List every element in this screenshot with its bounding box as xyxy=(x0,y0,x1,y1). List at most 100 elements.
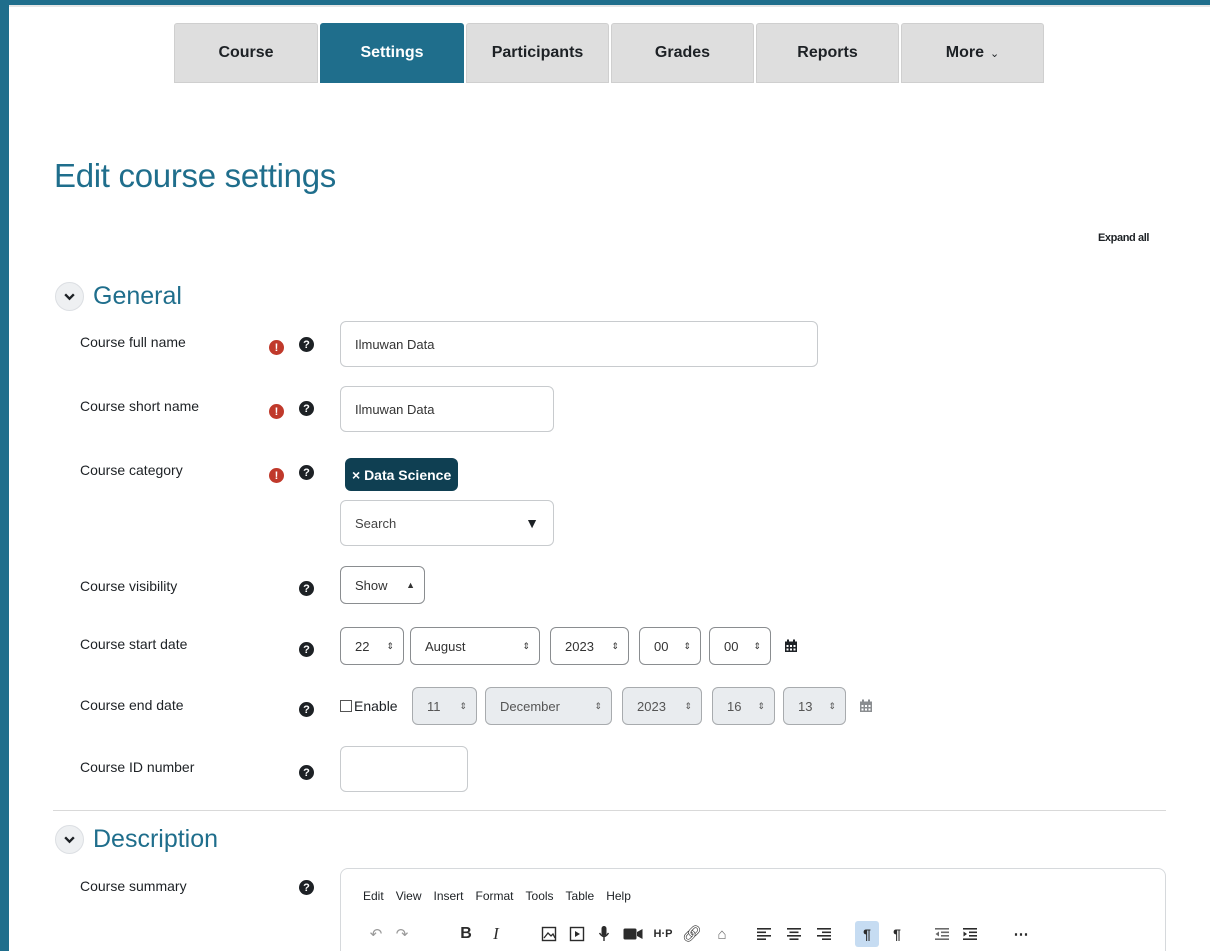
tab-course[interactable]: Course xyxy=(174,23,318,83)
image-icon[interactable] xyxy=(537,921,561,947)
end-minute-select[interactable]: 13 ⇕ xyxy=(783,687,846,725)
redo-icon[interactable]: ↷ xyxy=(391,921,413,947)
align-center-icon[interactable] xyxy=(783,921,805,947)
id-number-input[interactable] xyxy=(340,746,468,792)
more-options-icon[interactable]: ⋯ xyxy=(1009,921,1033,947)
select-value: 2023 xyxy=(637,698,666,714)
end-day-select[interactable]: 11 ⇕ xyxy=(412,687,477,725)
help-icon[interactable]: ? xyxy=(299,337,314,352)
help-icon[interactable]: ? xyxy=(299,465,314,480)
unlink-icon[interactable]: ⌂ xyxy=(711,921,733,947)
end-month-select[interactable]: December ⇕ xyxy=(485,687,612,725)
section-divider xyxy=(53,810,1166,811)
start-day-select[interactable]: 22 ⇕ xyxy=(340,627,404,665)
menu-tools[interactable]: Tools xyxy=(526,889,554,903)
editor-menubar: Edit View Insert Format Tools Table Help xyxy=(363,889,643,903)
visibility-label: Course visibility xyxy=(80,578,178,594)
tab-more[interactable]: More ⌄ xyxy=(901,23,1044,83)
video-camera-icon[interactable] xyxy=(621,921,645,947)
input-value: Ilmuwan Data xyxy=(355,336,435,352)
section-title: Description xyxy=(93,825,219,853)
select-arrows-icon: ⇕ xyxy=(459,700,467,711)
end-year-select[interactable]: 2023 ⇕ xyxy=(622,687,702,725)
description-section-header[interactable]: Description xyxy=(55,825,218,854)
checkbox-box[interactable] xyxy=(340,700,352,712)
select-arrows-icon: ⇕ xyxy=(386,640,394,651)
select-arrows-icon: ⇕ xyxy=(594,700,602,711)
full-name-input[interactable]: Ilmuwan Data xyxy=(340,321,818,367)
italic-icon[interactable]: I xyxy=(485,921,507,947)
page-frame: Course Settings Participants Grades Repo… xyxy=(9,5,1210,951)
short-name-input[interactable]: Ilmuwan Data xyxy=(340,386,554,432)
menu-edit[interactable]: Edit xyxy=(363,889,384,903)
ltr-direction-icon[interactable]: ¶ xyxy=(855,921,879,947)
align-right-icon[interactable] xyxy=(813,921,835,947)
start-month-select[interactable]: August ⇕ xyxy=(410,627,540,665)
tab-label: Settings xyxy=(360,44,424,61)
rich-text-editor[interactable]: Edit View Insert Format Tools Table Help… xyxy=(340,868,1166,951)
select-arrows-icon: ⇕ xyxy=(522,640,530,651)
editor-toolbar: ↶ ↷ B I H·P 🔗︎ ⌂ ¶ ¶ ⋯ xyxy=(341,921,1165,947)
tab-reports[interactable]: Reports xyxy=(756,23,899,83)
align-left-icon[interactable] xyxy=(753,921,775,947)
tab-label: Participants xyxy=(491,44,584,61)
calendar-icon[interactable] xyxy=(859,699,873,713)
tab-grades[interactable]: Grades xyxy=(611,23,754,83)
chevron-down-icon xyxy=(55,825,84,854)
link-icon[interactable]: 🔗︎ xyxy=(681,921,703,947)
calendar-icon[interactable] xyxy=(784,639,798,653)
outdent-icon[interactable] xyxy=(931,921,953,947)
tab-label: Grades xyxy=(654,44,711,61)
microphone-icon[interactable] xyxy=(593,921,615,947)
dropdown-arrow-icon[interactable]: ▼ xyxy=(525,515,539,531)
end-date-enable-checkbox[interactable]: Enable xyxy=(340,698,398,714)
select-arrows-icon: ⇕ xyxy=(757,700,765,711)
category-chip[interactable]: × Data Science xyxy=(345,458,459,491)
select-value: 13 xyxy=(798,698,813,714)
course-nav-tabs: Course Settings Participants Grades Repo… xyxy=(174,23,1046,83)
checkbox-label: Enable xyxy=(354,698,398,714)
tab-label: Course xyxy=(218,44,274,61)
select-arrows-icon: ⇕ xyxy=(684,700,692,711)
select-arrows-icon: ⇕ xyxy=(753,640,761,651)
visibility-select[interactable]: Show ▲︎ xyxy=(340,566,425,604)
bold-icon[interactable]: B xyxy=(455,921,477,947)
select-value: August xyxy=(425,638,466,654)
indent-icon[interactable] xyxy=(959,921,981,947)
media-icon[interactable] xyxy=(565,921,589,947)
course-summary-label: Course summary xyxy=(80,878,187,894)
help-icon[interactable]: ? xyxy=(299,401,314,416)
select-value: 11 xyxy=(427,698,441,714)
help-icon[interactable]: ? xyxy=(299,880,314,895)
help-icon[interactable]: ? xyxy=(299,702,314,717)
chevron-down-icon: ⌄ xyxy=(990,47,1000,60)
help-icon[interactable]: ? xyxy=(299,581,314,596)
search-placeholder: Search xyxy=(355,515,397,531)
start-hour-select[interactable]: 00 ⇕ xyxy=(639,627,701,665)
help-icon[interactable]: ? xyxy=(299,765,314,780)
general-section-header[interactable]: General xyxy=(55,282,182,311)
menu-insert[interactable]: Insert xyxy=(433,889,463,903)
end-hour-select[interactable]: 16 ⇕ xyxy=(712,687,775,725)
select-value: 00 xyxy=(724,638,739,654)
menu-format[interactable]: Format xyxy=(476,889,514,903)
select-value: December xyxy=(500,698,560,714)
help-icon[interactable]: ? xyxy=(299,642,314,657)
id-number-label: Course ID number xyxy=(80,759,195,775)
menu-table[interactable]: Table xyxy=(566,889,595,903)
page-title: Edit course settings xyxy=(54,157,336,194)
tab-participants[interactable]: Participants xyxy=(466,23,609,83)
start-minute-select[interactable]: 00 ⇕ xyxy=(709,627,771,665)
start-year-select[interactable]: 2023 ⇕ xyxy=(550,627,629,665)
menu-view[interactable]: View xyxy=(396,889,422,903)
menu-help[interactable]: Help xyxy=(606,889,631,903)
undo-icon[interactable]: ↶ xyxy=(365,921,387,947)
expand-all-link[interactable]: Expand all xyxy=(1098,232,1149,244)
category-search-input[interactable]: Search ▼ xyxy=(340,500,554,546)
rtl-direction-icon[interactable]: ¶ xyxy=(885,921,909,947)
select-value: 22 xyxy=(355,638,370,654)
h5p-icon[interactable]: H·P xyxy=(651,921,675,947)
short-name-label: Course short name xyxy=(80,398,200,414)
top-border xyxy=(9,5,1210,7)
tab-settings[interactable]: Settings xyxy=(320,23,464,83)
